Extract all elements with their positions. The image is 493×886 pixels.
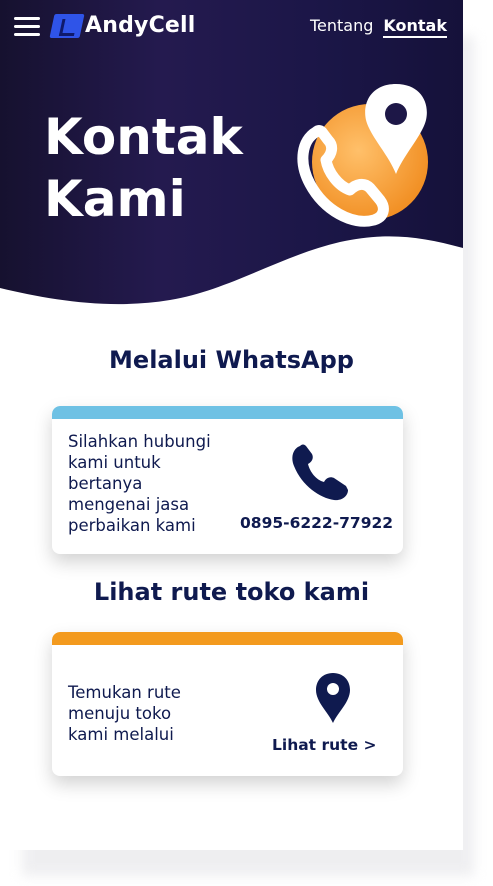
location-pin-icon: [316, 673, 350, 723]
whatsapp-text-line: mengenai jasa: [68, 495, 190, 514]
contact-illustration-icon: [297, 84, 428, 227]
logo-mark-icon: [49, 13, 85, 38]
page-title: Kontak Kami: [44, 106, 243, 230]
route-card-bar: [52, 632, 403, 645]
route-text-line: menuju toko: [68, 704, 172, 723]
route-heading: Lihat rute toko kami: [93, 578, 370, 606]
whatsapp-card-text: Silahkan hubungi kami untuk bertanya men…: [68, 431, 211, 536]
view-route-link[interactable]: Lihat rute >: [272, 736, 376, 754]
whatsapp-card[interactable]: Silahkan hubungi kami untuk bertanya men…: [52, 406, 403, 554]
page-title-line-2: Kami: [44, 170, 186, 228]
nav-link-tentang[interactable]: Tentang: [310, 16, 373, 35]
whatsapp-text-line: kami untuk: [68, 453, 161, 472]
hamburger-menu-icon[interactable]: [14, 17, 40, 37]
whatsapp-heading: Melalui WhatsApp: [109, 346, 354, 374]
page-title-line-1: Kontak: [44, 108, 243, 166]
whatsapp-phone-number[interactable]: 0895-6222-77922: [240, 514, 393, 532]
nav-link-kontak[interactable]: Kontak: [383, 16, 447, 38]
whatsapp-text-line: Silahkan hubungi: [68, 432, 211, 451]
route-text-line: kami melalui: [68, 725, 174, 744]
whatsapp-text-line: perbaikan kami: [68, 516, 196, 535]
mobile-page: AndyCell Tentang Kontak Kontak Kami Mela…: [0, 0, 463, 850]
brand-logo[interactable]: AndyCell: [49, 13, 196, 38]
route-card-text: Temukan rute menuju toko kami melalui: [68, 682, 181, 745]
route-text-line: Temukan rute: [68, 683, 181, 702]
brand-name: AndyCell: [85, 13, 196, 38]
whatsapp-card-bar: [52, 406, 403, 419]
navbar: AndyCell Tentang Kontak: [0, 0, 463, 52]
nav-links: Tentang Kontak: [310, 16, 447, 38]
phone-icon: [292, 444, 348, 501]
hero-section: AndyCell Tentang Kontak Kontak Kami: [0, 0, 463, 310]
whatsapp-text-line: bertanya: [68, 474, 143, 493]
route-card[interactable]: Temukan rute menuju toko kami melalui Li…: [52, 632, 403, 776]
